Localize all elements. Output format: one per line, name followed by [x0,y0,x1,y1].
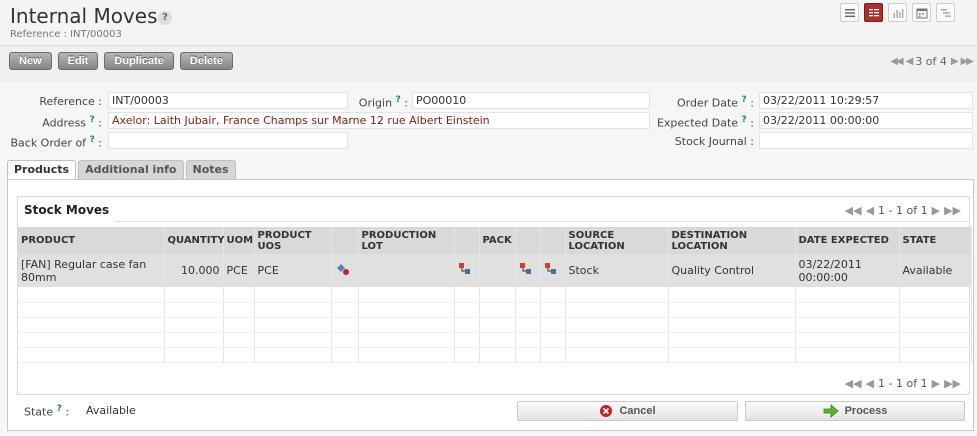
empty-row [18,287,972,303]
reference-subtitle: Reference : INT/00003 [10,29,122,40]
col-quantity[interactable]: QUANTITY [164,227,225,254]
split-lot-icon[interactable] [454,254,480,287]
delete-button[interactable]: Delete [179,52,233,70]
col-source-location[interactable]: SOURCE LOCATION [565,227,669,254]
cell-production-lot [358,254,455,287]
put-in-pack-icon[interactable] [515,254,541,287]
empty-row [18,302,972,318]
reference-label: Reference : [39,95,102,108]
stock-journal-field[interactable] [759,132,973,149]
table-row[interactable]: [FAN] Regular case fan 80mm 10.000 PCE P… [18,254,972,287]
view-switcher [840,3,955,22]
cancel-icon [600,405,613,417]
next-page-icon[interactable]: ▶ [932,204,940,217]
col-product-uos[interactable]: PRODUCT UOS [254,227,332,254]
stock-journal-label: Stock Journal : [674,135,754,148]
page-header: Internal Moves ? Reference : INT/00003 [0,0,977,46]
next-record-icon[interactable]: ▶ [951,56,959,67]
cell-state: Available [899,254,972,287]
address-label: Address ? : [42,115,102,130]
cancel-label: Cancel [619,405,656,417]
origin-field[interactable]: PO00010 [412,92,650,109]
stock-moves-table: PRODUCT QUANTITY UOM PRODUCT UOS PRODUCT… [18,227,972,363]
last-record-icon[interactable]: ▶▶ [961,56,974,67]
graph-view-icon[interactable] [888,3,907,22]
cell-destination-location: Quality Control [668,254,796,287]
cell-pack [479,254,516,287]
arrow-right-icon [823,404,839,418]
previous-page-icon[interactable]: ◀ [866,377,874,390]
new-button[interactable]: New [9,52,52,70]
order-date-field[interactable]: 03/22/2011 10:29:57 [759,92,973,109]
next-page-icon[interactable]: ▶ [932,377,940,390]
expected-date-label: Expected Date ? : [656,115,754,130]
first-page-icon[interactable]: ◀◀ [845,377,862,390]
list-view-icon[interactable] [840,3,859,22]
expected-date-field[interactable]: 03/22/2011 00:00:00 [759,112,973,129]
previous-page-icon[interactable]: ◀ [866,204,874,217]
record-pager: ◀◀ ◀ 3 of 4 ▶ ▶▶ [890,55,974,68]
grid-pager-top: ◀◀ ◀ 1 - 1 of 1 ▶ ▶▶ [845,204,961,217]
tab-additional-info[interactable]: Additional info [78,160,184,179]
cell-source-location: Stock [565,254,669,287]
col-pack[interactable]: PACK [479,227,516,254]
notebook-tabs: Products Additional info Notes [7,160,236,180]
grid-pager-label: 1 - 1 of 1 [878,204,928,217]
action-toolbar: New Edit Duplicate Delete [9,52,233,70]
calendar-view-icon[interactable] [912,3,931,22]
stock-moves-grid: Stock Moves ◀◀ ◀ 1 - 1 of 1 ▶ ▶▶ PRODUCT… [17,196,972,395]
split-lines-icon[interactable] [331,254,359,287]
state-label: State ? : [24,404,70,419]
edit-button[interactable]: Edit [57,52,99,70]
help-icon[interactable]: ? [158,11,172,25]
page-title: Internal Moves [10,4,158,28]
grid-pager-bottom: ◀◀ ◀ 1 - 1 of 1 ▶ ▶▶ [845,377,961,390]
grid-pager-label: 1 - 1 of 1 [878,377,928,390]
cancel-button[interactable]: Cancel [517,401,738,421]
form-view-icon[interactable] [864,3,883,22]
col-production-lot[interactable]: PRODUCTION LOT [358,227,455,254]
empty-row [18,332,972,348]
col-uom[interactable]: UOM [223,227,255,254]
col-product[interactable]: PRODUCT [18,227,165,254]
process-button[interactable]: Process [745,401,965,421]
first-record-icon[interactable]: ◀◀ [890,56,903,67]
back-order-field[interactable] [108,132,348,149]
tab-notes[interactable]: Notes [185,160,236,179]
stock-moves-title: Stock Moves [24,203,110,217]
first-page-icon[interactable]: ◀◀ [845,204,862,217]
order-date-label: Order Date ? : [676,95,754,110]
products-panel: Stock Moves ◀◀ ◀ 1 - 1 of 1 ▶ ▶▶ PRODUCT… [7,179,974,431]
cell-product-uos: PCE [254,254,332,287]
col-date-expected[interactable]: DATE EXPECTED [795,227,900,254]
tab-products[interactable]: Products [7,160,77,180]
last-page-icon[interactable]: ▶▶ [944,204,961,217]
pager-label: 3 of 4 [915,55,947,68]
origin-label: Origin ? : [358,95,408,110]
cell-date-expected: 03/22/2011 00:00:00 [795,254,900,287]
address-field[interactable]: Axelor: Laith Jubair, France Champs sur … [108,112,650,129]
back-order-label: Back Order of ? : [10,135,102,150]
cell-product: [FAN] Regular case fan 80mm [18,254,165,287]
gantt-view-icon[interactable] [936,3,955,22]
process-label: Process [844,405,888,417]
cell-uom: PCE [223,254,255,287]
previous-record-icon[interactable]: ◀ [906,56,914,67]
state-value: Available [86,404,136,417]
scrap-move-icon[interactable] [540,254,566,287]
col-destination-location[interactable]: DESTINATION LOCATION [668,227,796,254]
col-state[interactable]: STATE [899,227,972,254]
cell-quantity: 10.000 [164,254,224,287]
empty-row [18,347,972,363]
last-page-icon[interactable]: ▶▶ [944,377,961,390]
duplicate-button[interactable]: Duplicate [104,52,174,70]
empty-row [18,317,972,333]
reference-field[interactable]: INT/00003 [108,92,348,109]
